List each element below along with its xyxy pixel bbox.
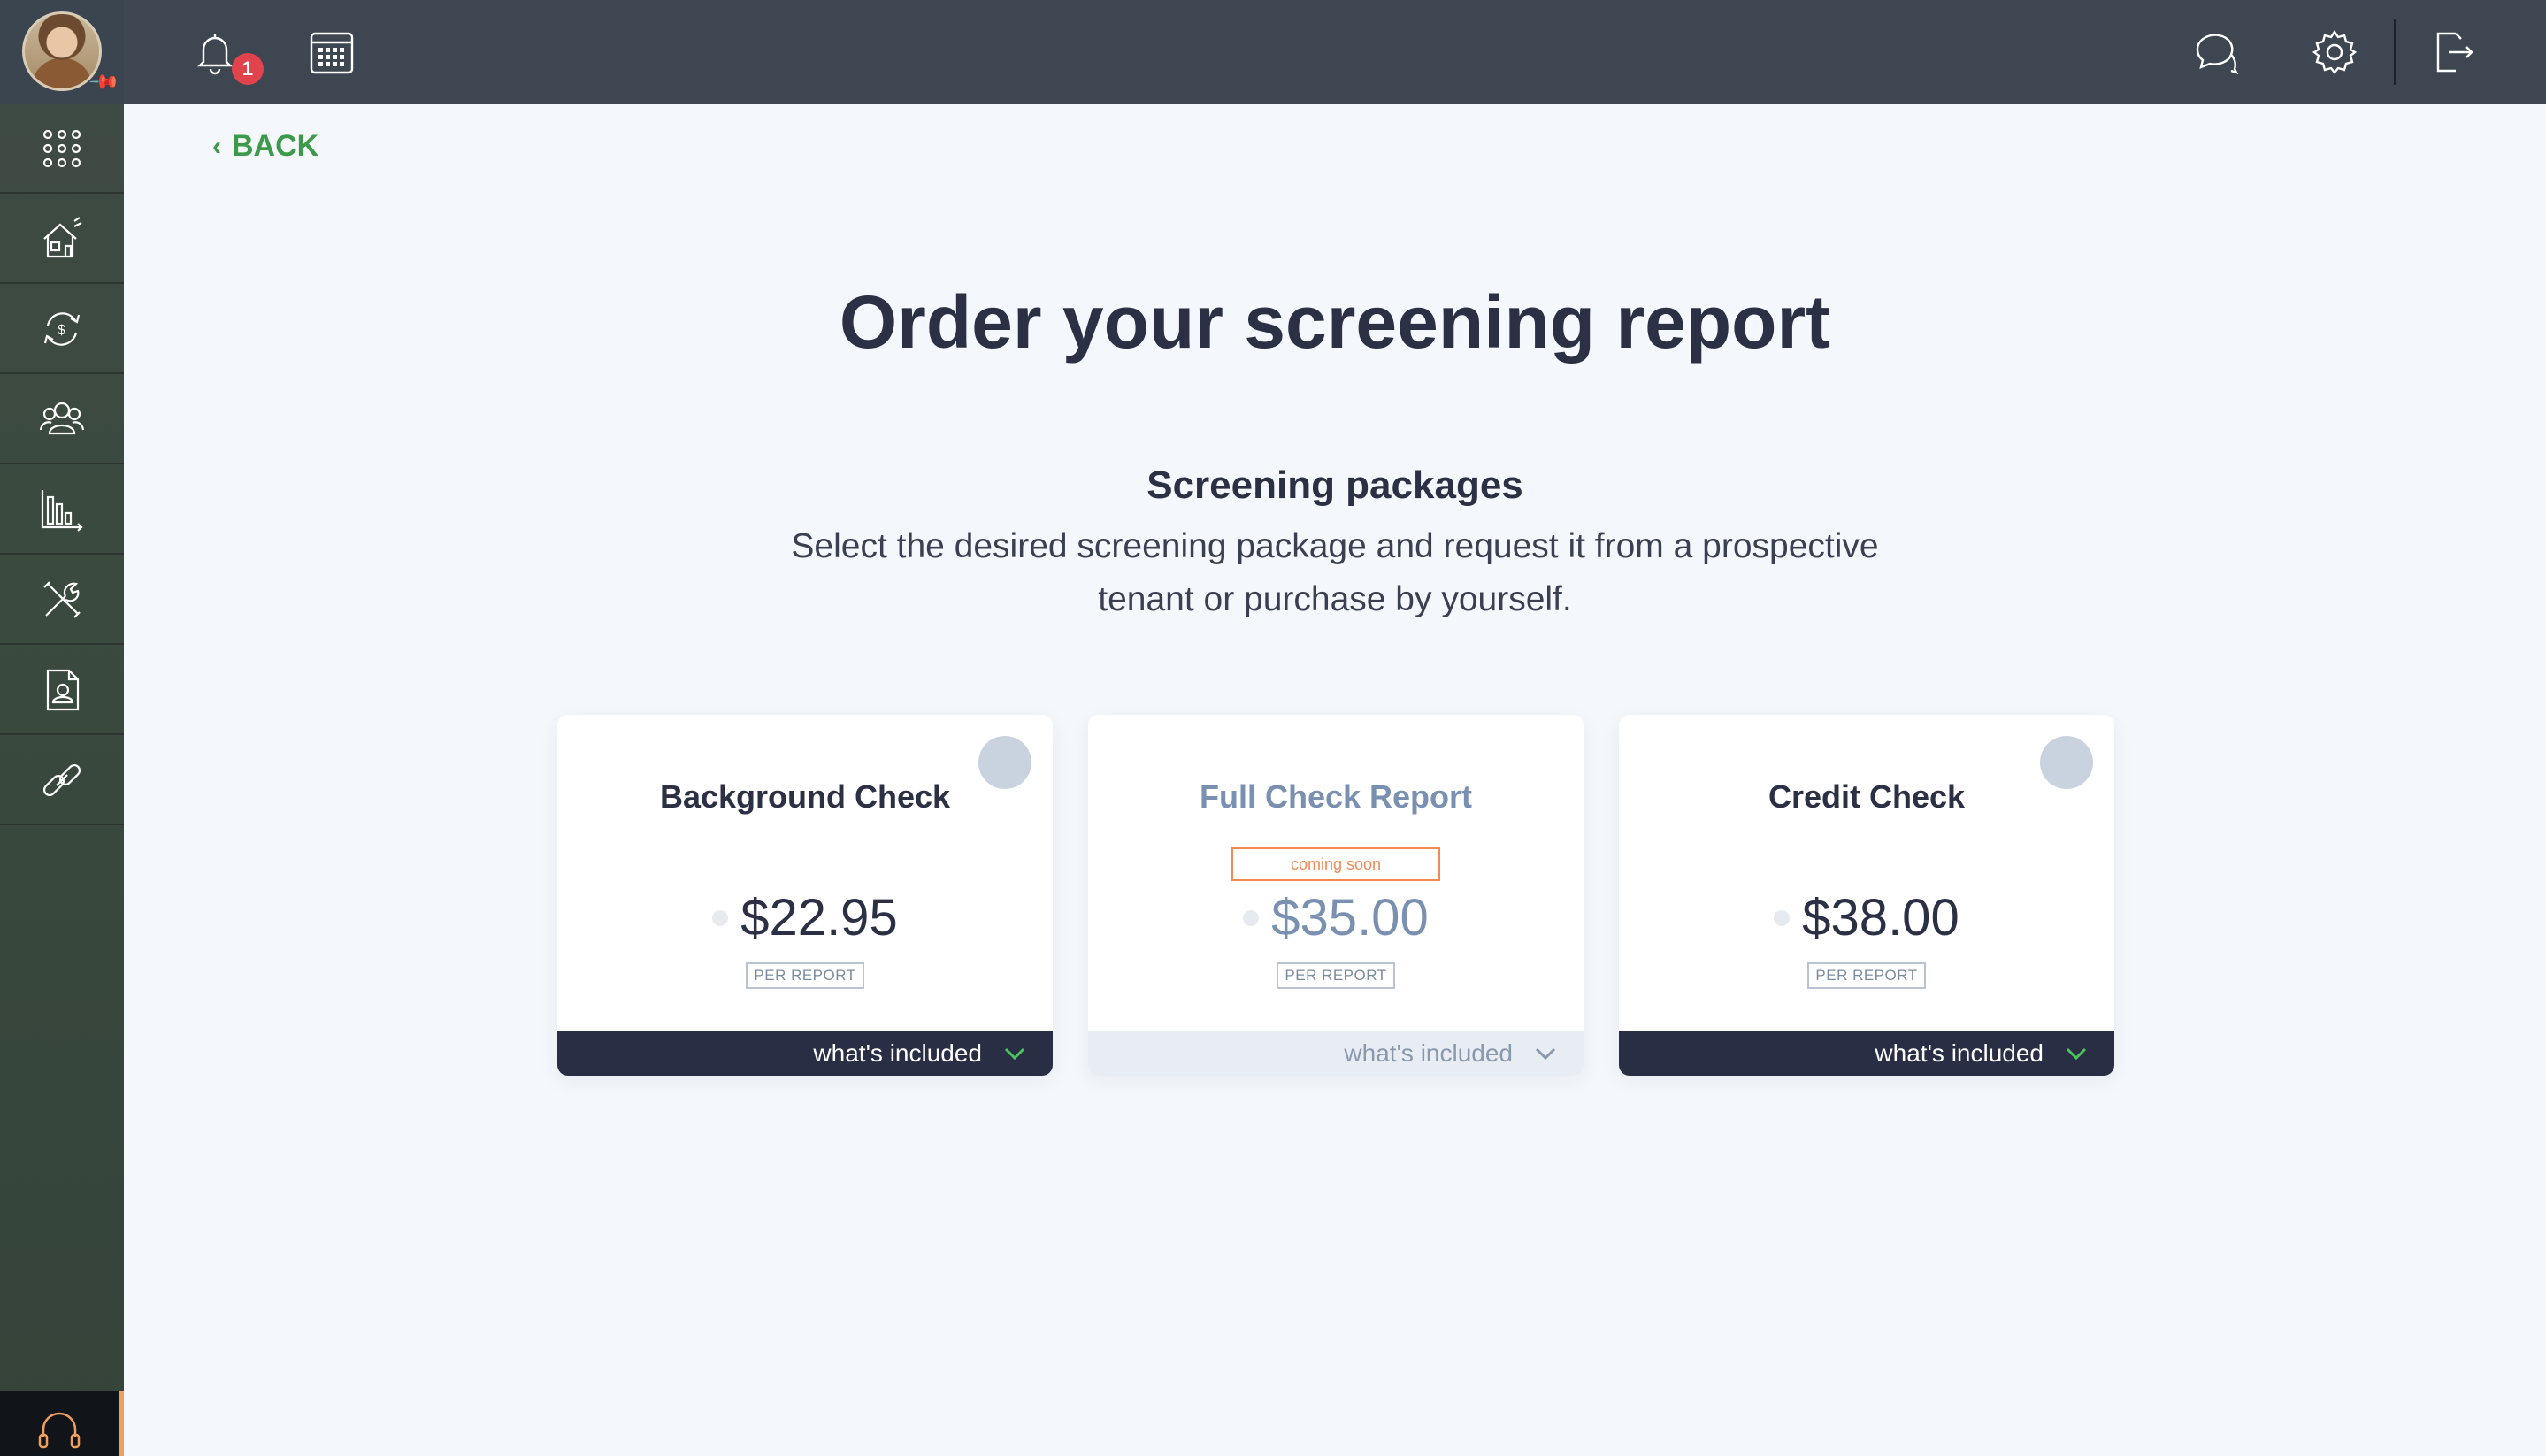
tools-icon xyxy=(43,580,81,618)
link-icon xyxy=(42,763,81,796)
top-bar: 1 xyxy=(124,0,2546,104)
package-name: Credit Check xyxy=(1768,778,1966,815)
section-description: Select the desired screening package and… xyxy=(791,527,1879,618)
price-row: $38.00 xyxy=(1619,888,2114,947)
price-indicator-dot xyxy=(712,909,729,926)
per-report-label: PER REPORT xyxy=(1277,962,1395,989)
apps-grid-icon xyxy=(42,129,81,167)
sidebar-item-reports[interactable] xyxy=(0,465,124,555)
package-card-background-check[interactable]: Background Check $22.95 PER REPORT what'… xyxy=(557,715,1053,1076)
chart-icon xyxy=(41,489,83,532)
logout-icon xyxy=(2436,32,2473,73)
package-price: $22.95 xyxy=(740,889,898,946)
notification-badge: 1 xyxy=(232,53,264,85)
whats-included-toggle[interactable]: what's included xyxy=(1619,1031,2114,1076)
price-indicator-dot xyxy=(1774,909,1791,926)
sidebar-item-properties[interactable] xyxy=(0,195,124,284)
contact-document-icon xyxy=(46,669,80,710)
package-card-credit-check[interactable]: Credit Check $38.00 PER REPORT what's in… xyxy=(1619,715,2114,1076)
sidebar-item-people[interactable] xyxy=(0,375,124,464)
sidebar-item-payments[interactable]: $ xyxy=(0,285,124,374)
dollar-cycle-icon: $ xyxy=(43,311,81,346)
whats-included-label: what's included xyxy=(1875,1039,2044,1067)
whats-included-label: what's included xyxy=(1344,1039,1513,1067)
page-title: Order your screening report xyxy=(839,280,1831,364)
package-price: $35.00 xyxy=(1271,889,1429,946)
package-price: $38.00 xyxy=(1802,889,1959,946)
topbar-divider xyxy=(2394,19,2396,85)
sidebar-item-links[interactable] xyxy=(0,736,124,825)
whats-included-toggle[interactable]: what's included xyxy=(1088,1031,1584,1076)
per-report-label: PER REPORT xyxy=(746,962,864,989)
sidebar-item-maintenance[interactable] xyxy=(0,556,124,645)
chat-icon xyxy=(2196,34,2239,75)
support-button[interactable] xyxy=(0,1391,124,1456)
chevron-left-icon: ‹ xyxy=(212,131,221,161)
price-row: $22.95 xyxy=(557,888,1053,947)
messages-button[interactable] xyxy=(2190,27,2242,78)
per-report-badge: PER REPORT xyxy=(1619,962,2114,989)
chevron-down-icon xyxy=(2066,1047,2087,1061)
price-indicator-dot xyxy=(1243,909,1260,926)
whats-included-label: what's included xyxy=(813,1039,982,1067)
per-report-badge: PER REPORT xyxy=(557,962,1053,989)
house-icon xyxy=(43,216,82,257)
avatar-cell: 📌 xyxy=(0,0,124,104)
sidebar-item-apps[interactable] xyxy=(0,104,124,194)
back-link[interactable]: ‹ BACK xyxy=(212,129,318,164)
chevron-down-icon xyxy=(1535,1047,1556,1061)
calendar-button[interactable] xyxy=(306,27,357,78)
back-label: BACK xyxy=(232,129,319,163)
package-card-full-check-report: Full Check Report coming soon $35.00 PER… xyxy=(1088,715,1584,1076)
headset-icon xyxy=(38,1412,81,1449)
section-title: Screening packages xyxy=(1146,464,1523,507)
per-report-badge: PER REPORT xyxy=(1088,962,1584,989)
gear-icon xyxy=(2312,29,2358,74)
sidebar-item-screening[interactable] xyxy=(0,646,124,735)
people-icon xyxy=(39,402,85,434)
price-row: $35.00 xyxy=(1088,888,1584,947)
package-name: Full Check Report xyxy=(1199,778,1473,815)
chevron-down-icon xyxy=(1004,1047,1025,1061)
logout-button[interactable] xyxy=(2427,27,2479,78)
whats-included-toggle[interactable]: what's included xyxy=(557,1031,1053,1076)
svg-text:$: $ xyxy=(58,323,65,338)
per-report-label: PER REPORT xyxy=(1807,962,1926,989)
calendar-icon xyxy=(310,32,354,74)
package-name: Background Check xyxy=(659,778,951,815)
coming-soon-badge: coming soon xyxy=(1231,847,1440,881)
settings-button[interactable] xyxy=(2309,27,2360,78)
sidebar: 📌 $ xyxy=(0,0,124,1456)
